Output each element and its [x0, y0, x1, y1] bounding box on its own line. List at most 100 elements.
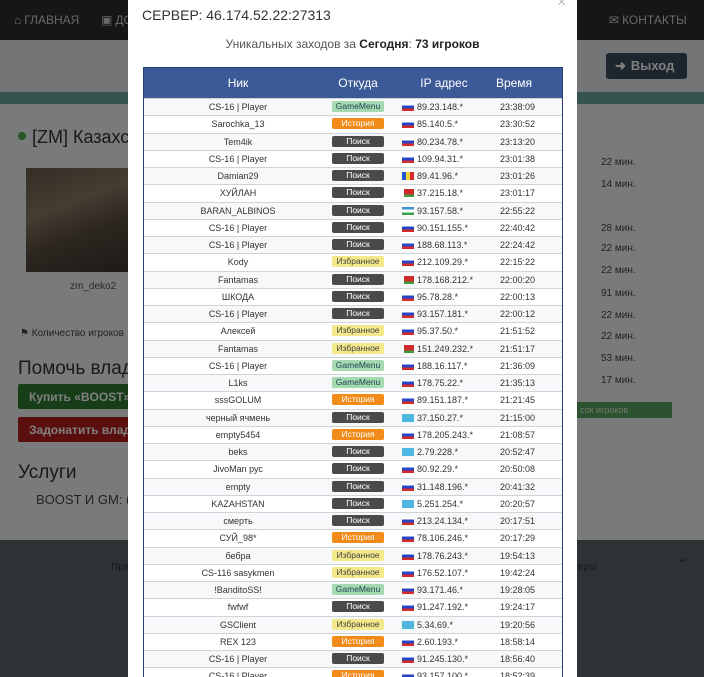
ip-address: 91.245.130.* [402, 654, 468, 664]
server-visits-modal: СЕРВЕР: 46.174.52.22:27313 × Уникальных … [128, 0, 577, 677]
player-nick: Fantamas [217, 343, 259, 354]
column-header-from: Откуда [338, 76, 378, 90]
ip-address: 178.205.243.* [402, 430, 473, 440]
table-row: Fantamas Поиск 178.168.212.* 22:00:20 [144, 270, 562, 288]
country-flag-icon [402, 292, 414, 301]
source-badge: GameMenu [332, 584, 384, 595]
visit-time: 23:38:09 [500, 102, 536, 112]
player-nick: beks [228, 447, 248, 457]
ip-address: 89.151.187.* [402, 395, 468, 405]
player-nick: ШКОДА [221, 291, 255, 302]
ip-address: 93.157.100.* [402, 671, 468, 677]
close-icon[interactable]: × [557, 0, 566, 12]
source-badge: Поиск [332, 152, 384, 164]
visit-time: 19:54:13 [500, 550, 536, 561]
table-row: JivoMan рус Поиск 80.92.29.* 20:50:08 [144, 460, 562, 478]
country-flag-icon [402, 396, 414, 405]
table-row: Tem4ik Поиск 80.234.78.* 23:13:20 [144, 132, 562, 150]
player-nick: KAZAHSTAN [211, 498, 265, 509]
player-nick: !BanditoSS! [214, 585, 262, 595]
source-badge: История [332, 428, 384, 440]
country-flag-icon [402, 206, 414, 215]
player-nick: L1ks [228, 378, 248, 388]
ip-text: 89.41.96.* [417, 171, 459, 181]
country-flag-icon [402, 258, 414, 267]
source-badge: GameMenu [332, 377, 384, 388]
ip-address: 91.247.192.* [402, 602, 468, 612]
player-nick: Алексей [220, 326, 256, 337]
visit-time: 22:00:20 [500, 274, 536, 285]
table-row: CS-16 | Player Поиск 93.157.181.* 22:00:12 [144, 305, 562, 323]
player-nick: CS-116 sasykmen [201, 567, 275, 578]
table-row: beks Поиск 2.79.228.* 20:52:47 [144, 443, 562, 461]
visit-time: 22:55:22 [500, 205, 536, 216]
player-nick: ХУЙЛАН [219, 188, 257, 199]
country-flag-icon [402, 275, 414, 284]
source-badge: Поиск [332, 480, 384, 492]
country-flag-icon [402, 413, 414, 422]
ip-text: 93.157.181.* [417, 309, 469, 319]
visit-time: 20:17:29 [500, 533, 536, 544]
country-flag-icon [402, 137, 414, 146]
ip-text: 95.78.28.* [417, 291, 459, 302]
country-flag-icon [402, 103, 414, 111]
visit-time: 18:58:14 [500, 636, 536, 647]
country-flag-icon [402, 379, 414, 387]
ip-text: 5.251.254.* [417, 498, 464, 509]
table-row: CS-116 sasykmen Избранное 176.52.107.* 19:4… [144, 563, 562, 581]
unique-period: Сегодня [359, 37, 409, 51]
country-flag-icon [402, 586, 414, 594]
ip-text: 178.75.22.* [417, 378, 464, 388]
ip-address: 90.151.155.* [402, 223, 468, 233]
ip-text: 78.106.246.* [417, 533, 469, 544]
source-badge: История [332, 670, 384, 677]
unique-count: 73 игроков [415, 37, 480, 51]
player-nick: fwfwf [227, 602, 249, 613]
ip-address: 188.68.113.* [402, 240, 467, 250]
ip-text: 89.23.148.* [417, 102, 464, 112]
visit-time: 23:01:38 [500, 153, 536, 164]
country-flag-icon [402, 603, 414, 612]
country-flag-icon [402, 568, 414, 577]
table-row: GSClient Избранное 5.34.69.* 19:20:56 [144, 615, 562, 633]
ip-text: 178.205.243.* [417, 429, 474, 440]
table-row: CS-16 | Player GameMenu 89.23.148.* 23:38:0… [144, 98, 562, 116]
ip-address: 31.148.196.* [402, 482, 468, 492]
source-badge: Поиск [332, 135, 384, 147]
player-nick: Sarochka_13 [211, 119, 265, 130]
visit-time: 22:00:12 [500, 309, 536, 319]
source-badge: Избранное [332, 256, 384, 268]
table-row: ХУЙЛАН Поиск 37.215.18.* 23:01:17 [144, 184, 562, 202]
ip-address: 213.24.134.* [402, 516, 468, 526]
table-body: CS-16 | Player GameMenu 89.23.148.* 23:38:0… [144, 98, 562, 677]
ip-address: 188.16.117.* [402, 361, 467, 371]
table-row: Fantamas Избранное 151.249.232.* 21:51:17 [144, 339, 562, 357]
player-nick: sssGOLUM [214, 395, 262, 406]
table-row: BARAN_ALBINOS Поиск 93.157.58.* 22:55:22 [144, 201, 562, 219]
visit-time: 22:24:42 [500, 240, 536, 250]
source-badge: Поиск [332, 463, 384, 475]
table-row: CS-16 | Player Поиск 91.245.130.* 18:56:40 [144, 650, 562, 668]
source-badge: GameMenu [332, 359, 384, 371]
source-badge: Поиск [332, 273, 384, 285]
source-badge: История [332, 532, 384, 544]
country-flag-icon [402, 430, 414, 439]
ip-address: 178.76.243.* [402, 551, 468, 561]
ip-text: 178.76.243.* [417, 550, 469, 561]
source-badge: История [332, 394, 384, 406]
ip-text: 93.171.46.* [417, 585, 464, 595]
ip-address: 5.251.254.* [402, 499, 463, 509]
table-row: CS-16 | Player Поиск 90.151.155.* 22:40:42 [144, 218, 562, 236]
unique-prefix: Уникальных заходов за [225, 37, 356, 51]
visit-time: 21:35:13 [500, 378, 536, 388]
country-flag-icon [402, 620, 414, 629]
player-nick: смерть [223, 516, 253, 526]
source-badge: Поиск [332, 601, 384, 613]
ip-text: 2.60.193.* [417, 636, 459, 647]
ip-text: 37.150.27.* [417, 412, 464, 423]
visit-time: 20:52:47 [500, 447, 536, 457]
ip-text: 80.92.29.* [417, 464, 459, 475]
table-row: Damian29 Поиск 89.41.96.* 23:01:26 [144, 167, 562, 185]
player-nick: CS-16 | Player [208, 360, 268, 371]
ip-text: 80.234.78.* [417, 136, 464, 147]
